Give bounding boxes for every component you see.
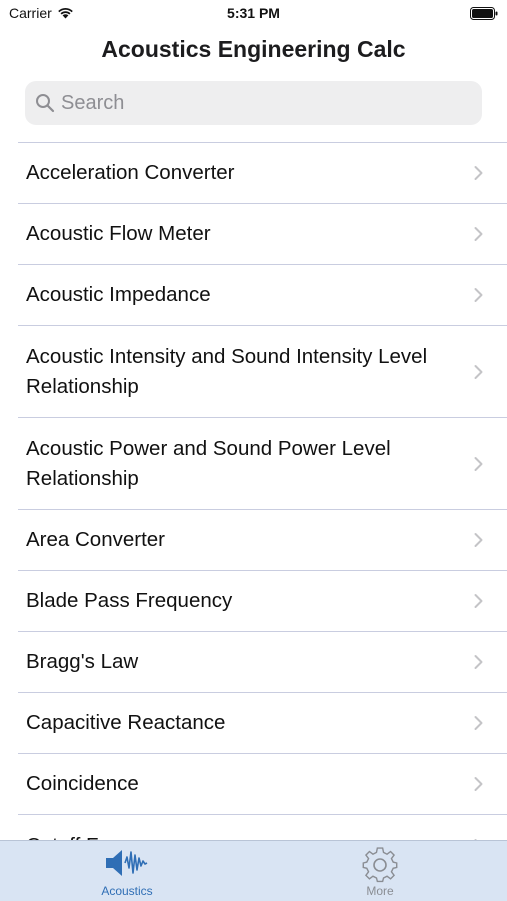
battery-icon [470, 7, 498, 20]
tab-acoustics[interactable]: Acoustics [57, 841, 197, 901]
list-item[interactable]: Acoustic Flow Meter [18, 204, 507, 265]
list-item-label: Acceleration Converter [26, 161, 235, 184]
search-input[interactable] [61, 91, 461, 115]
chevron-right-icon [474, 166, 483, 180]
chevron-right-icon [474, 594, 483, 608]
tab-acoustics-label: Acoustics [101, 884, 153, 898]
list-item-label: Blade Pass Frequency [26, 589, 233, 612]
search-bar[interactable] [25, 81, 482, 125]
list-item[interactable]: Cutoff F... [18, 815, 507, 840]
chevron-right-icon [474, 288, 483, 302]
chevron-right-icon [474, 364, 483, 379]
calculator-list: Acceleration Converter Acoustic Flow Met… [0, 142, 507, 840]
gear-icon [362, 847, 398, 883]
list-item-label: Acoustic Intensity and Sound Intensity L… [26, 344, 428, 398]
status-bar: Carrier 5:31 PM [0, 0, 507, 28]
list-item-label: Acoustic Power and Sound Power Level Rel… [26, 436, 391, 490]
chevron-right-icon [474, 227, 483, 241]
list-item-label: Area Converter [26, 528, 166, 551]
list-item[interactable]: Area Converter [18, 510, 507, 571]
list-item-label: Capacitive Reactance [26, 711, 226, 734]
chevron-right-icon [474, 777, 483, 791]
speaker-soundwave-icon [106, 850, 148, 876]
chevron-right-icon [474, 716, 483, 730]
tab-bar: Acoustics More [0, 840, 507, 901]
chevron-right-icon [474, 533, 483, 547]
page-title: Acoustics Engineering Calc [101, 36, 406, 62]
list-item-label: Acoustic Flow Meter [26, 222, 211, 245]
tab-more-label: More [366, 884, 394, 898]
list-item[interactable]: Blade Pass Frequency [18, 571, 507, 632]
tab-more[interactable]: More [310, 841, 450, 901]
list-item[interactable]: Bragg's Law [18, 632, 507, 693]
list-item-label: Bragg's Law [26, 650, 139, 673]
list-item[interactable]: Acceleration Converter [18, 143, 507, 204]
list-item[interactable]: Coincidence [18, 754, 507, 815]
search-icon [36, 94, 55, 113]
list-item[interactable]: Capacitive Reactance [18, 693, 507, 754]
list-item[interactable]: Acoustic Impedance [18, 265, 507, 326]
list-item-label: Coincidence [26, 772, 139, 795]
status-time: 5:31 PM [227, 5, 280, 21]
chevron-right-icon [474, 655, 483, 669]
chevron-right-icon [474, 456, 483, 471]
list-item-label: Cutoff F... [26, 831, 437, 841]
list-item[interactable]: Acoustic Intensity and Sound Intensity L… [18, 326, 507, 418]
list-item-label: Acoustic Impedance [26, 283, 211, 306]
list-item[interactable]: Acoustic Power and Sound Power Level Rel… [18, 418, 507, 510]
